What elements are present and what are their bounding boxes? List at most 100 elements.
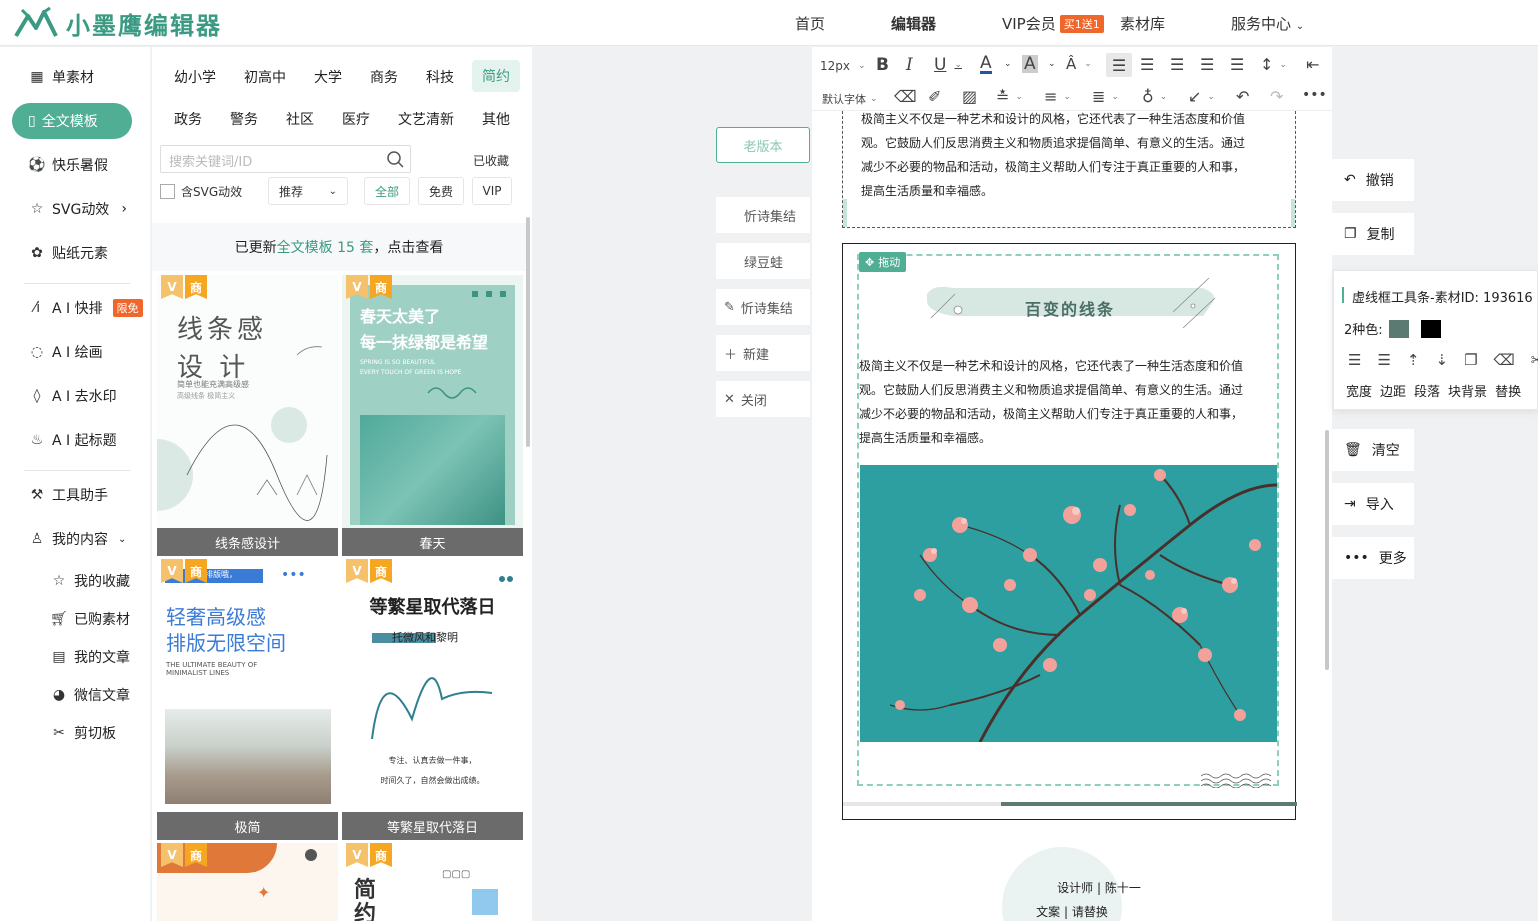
underline-icon[interactable]: U ⌄ [934, 55, 962, 75]
sidebar-item-favorites[interactable]: ☆ 我的收藏 [50, 571, 130, 591]
content-block-top[interactable]: 极简主义不仅是一种艺术和设计的风格，它还代表了一种生活态度和价值 观。它鼓励人们… [842, 111, 1296, 228]
italic-icon[interactable]: I [906, 55, 913, 75]
more-dots-icon[interactable]: ••• [1302, 87, 1327, 103]
category-tab-active[interactable]: 简约 [472, 60, 520, 92]
blossom-photo[interactable] [860, 465, 1277, 742]
sidebar-item-ai-typeset[interactable]: ⁄i A I 快排 限免 [28, 298, 143, 318]
category-tab[interactable]: 商务 [370, 67, 398, 87]
brush-icon[interactable]: ✐ [928, 87, 941, 106]
align-right-icon[interactable]: ☰ [1170, 55, 1184, 74]
new-version-button[interactable]: ＋ 新建 [716, 335, 810, 371]
highlight-icon[interactable]: A [1022, 55, 1038, 73]
sidebar-item-wechat[interactable]: ◕ 微信文章 [50, 685, 130, 705]
drag-handle[interactable]: ✥ 拖动 [859, 252, 907, 272]
nav-library[interactable]: 素材库 [1120, 13, 1165, 34]
sidebar-item-my-content[interactable]: ♙ 我的内容 ⌄ [28, 529, 127, 549]
version-item[interactable]: 忻诗集结 [716, 197, 810, 233]
align-justify-icon[interactable]: ☰ [1200, 55, 1214, 74]
export-icon[interactable]: ⇤ [1306, 55, 1319, 74]
sidebar-item-ai-title[interactable]: ♨ A I 起标题 [28, 430, 117, 450]
chevron-down-icon[interactable]: ⌄ [1048, 59, 1056, 69]
text-effect-icon[interactable]: Â ⌄ [1066, 55, 1092, 73]
template-card[interactable]: V 商 春天太美了 每一抹绿都是希望 SPRING IS SO BEAUTIFU… [342, 275, 523, 556]
sidebar-item-articles[interactable]: ▤ 我的文章 [50, 647, 130, 667]
banner-link[interactable]: 全文模板 15 套 [277, 237, 374, 257]
filter-vip[interactable]: VIP [472, 177, 512, 205]
font-color-icon[interactable]: A [980, 55, 992, 74]
paragraph-icon[interactable]: ≣ ⌄ [1092, 87, 1119, 106]
template-card[interactable]: V 商 等繁星取代落日 托微风和黎明 专注、认真去做一件事， 时间久了，自然会做… [342, 559, 523, 840]
sidebar-item-single[interactable]: ▦ 单素材 [28, 67, 94, 87]
panel-scrollbar[interactable] [526, 217, 530, 447]
action-replace[interactable]: 替换 [1495, 381, 1521, 400]
sort-select[interactable]: 推荐 ⌄ [268, 177, 348, 205]
eraser-icon[interactable]: ⌫ [894, 87, 917, 106]
nav-home[interactable]: 首页 [795, 13, 825, 34]
action-margin[interactable]: 边距 [1380, 381, 1406, 400]
nav-editor[interactable]: 编辑器 [891, 13, 936, 34]
sidebar-item-clipboard[interactable]: ✂ 剪切板 [50, 723, 116, 743]
brand-logo[interactable]: 小墨鹰编辑器 [14, 5, 222, 41]
copy-icon[interactable]: ❐ [1464, 351, 1477, 369]
svg-checkbox[interactable]: 含SVG动效 [160, 183, 242, 200]
version-item[interactable]: 绿豆蛙 [716, 243, 810, 279]
template-card[interactable]: V 商 ✦ [157, 843, 338, 921]
old-version-button[interactable]: 老版本 [716, 127, 810, 163]
image-icon[interactable]: ▨ [962, 87, 977, 106]
category-tab[interactable]: 初高中 [244, 67, 286, 87]
category-tab[interactable]: 大学 [314, 67, 342, 87]
category-tab[interactable]: 科技 [426, 67, 454, 87]
nav-vip[interactable]: VIP会员 买1送1 [1002, 13, 1104, 34]
lightbulb-icon[interactable]: ♁ ⌄ [1142, 87, 1167, 106]
filter-all[interactable]: 全部 [364, 177, 410, 205]
update-banner[interactable]: 已更新 全文模板 15 套，点击查看 [152, 223, 526, 271]
arrow-icon[interactable]: ↙ ⌄ [1188, 87, 1215, 106]
template-card[interactable]: 排版哦， V 商 ••• 轻奢高级感 排版无限空间 THE ULTIMATE B… [157, 559, 338, 840]
color-swatch[interactable] [1420, 319, 1441, 338]
category-tab[interactable]: 政务 [174, 109, 202, 129]
spacing-icon[interactable]: ≛ ⌄ [996, 87, 1023, 106]
category-tab[interactable]: 社区 [286, 109, 314, 129]
close-version-button[interactable]: ✕ 关闭 [716, 381, 810, 417]
paragraph-down-icon[interactable]: ⇣ [1435, 351, 1448, 369]
category-tab[interactable]: 警务 [230, 109, 258, 129]
selected-content-block[interactable]: ✥ 拖动 百变的线条 极简主义不仅是一种艺术和设计的风格，它还代表了一种生活态度和… [842, 243, 1297, 820]
sidebar-item-ai-watermark[interactable]: ◊ A I 去水印 [28, 386, 117, 406]
chevron-down-icon[interactable]: ⌄ [1004, 59, 1012, 69]
template-card[interactable]: V 商 线条感 设 计 简单也能充满高级感 高级线条 极简主义 线条感设计 [157, 275, 338, 556]
sidebar-item-stickers[interactable]: ✿ 贴纸元素 [28, 243, 108, 263]
action-width[interactable]: 宽度 [1346, 381, 1372, 400]
font-size-select[interactable]: 12px ⌄ [820, 59, 866, 73]
clear-button[interactable]: 🗑︎ 清空 [1332, 429, 1414, 471]
undo-icon[interactable]: ↶ [1236, 87, 1249, 106]
eraser-icon[interactable]: ⌫ [1494, 351, 1515, 369]
action-block-bg[interactable]: 块背景 [1448, 381, 1487, 400]
bold-icon[interactable]: B [876, 55, 889, 75]
margin-icon[interactable]: ☰ [1377, 351, 1390, 369]
sidebar-item-ai-draw[interactable]: ◌ A I 绘画 [28, 342, 103, 362]
category-tab[interactable]: 文艺清新 [398, 109, 454, 129]
version-item-active[interactable]: ✎ 忻诗集结 [716, 289, 810, 325]
collected-filter[interactable]: 已收藏 [473, 152, 509, 169]
editor-scrollbar[interactable] [1325, 430, 1329, 670]
color-swatch[interactable] [1388, 319, 1409, 338]
sidebar-item-tools[interactable]: ⚒ 工具助手 [28, 485, 108, 505]
undo-button[interactable]: ↶ 撤销 [1332, 159, 1414, 201]
width-icon[interactable]: ☰ [1348, 351, 1361, 369]
align-left-icon[interactable]: ☰ [1106, 53, 1132, 77]
action-paragraph[interactable]: 段落 [1414, 381, 1440, 400]
sidebar-item-purchased[interactable]: 🛒︎ 已购素材 [50, 609, 130, 629]
nav-service[interactable]: 服务中心 ⌄ [1231, 13, 1304, 34]
sidebar-item-summer[interactable]: ⚽ 快乐暑假 [28, 155, 108, 175]
template-search-input[interactable]: 搜索关键词/ID [160, 145, 411, 173]
redo-icon[interactable]: ↷ [1270, 87, 1283, 106]
copy-button[interactable]: ❐ 复制 [1332, 213, 1414, 255]
search-icon[interactable] [386, 150, 404, 168]
divider-icon[interactable]: ≡ ⌄ [1044, 87, 1071, 106]
paragraph-up-icon[interactable]: ⇡ [1407, 351, 1420, 369]
more-button[interactable]: ••• 更多 [1332, 537, 1414, 579]
import-button[interactable]: ⇥ 导入 [1332, 483, 1414, 525]
indent-icon[interactable]: ☰ [1230, 55, 1244, 74]
sidebar-item-full-template[interactable]: ▯ 全文模板 [12, 103, 132, 139]
sidebar-item-svg[interactable]: ☆ SVG动效 › [28, 199, 127, 219]
